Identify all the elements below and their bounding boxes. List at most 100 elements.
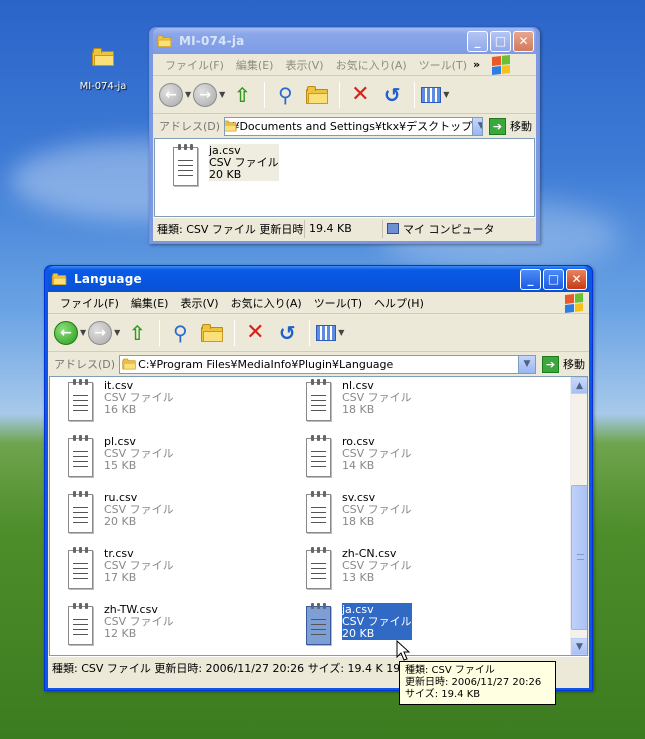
file-info-tooltip: 種類: CSV ファイル 更新日時: 2006/11/27 20:26 サイズ:…: [399, 661, 556, 705]
search-icon: ⚲: [277, 82, 293, 107]
go-button[interactable]: ➔ 移動: [542, 355, 585, 373]
minimize-button[interactable]: _: [467, 30, 488, 52]
folders-icon: [306, 85, 329, 104]
undo-button[interactable]: ↺: [272, 318, 302, 348]
maximize-button[interactable]: □: [543, 268, 564, 290]
list-item[interactable]: nl.csv CSV ファイル 18 KB: [302, 379, 482, 423]
file-size: 20 KB: [209, 168, 242, 181]
back-button[interactable]: ← ▼: [54, 318, 86, 348]
views-button[interactable]: ▼: [315, 318, 345, 348]
address-label: アドレス(D): [54, 358, 116, 371]
file-size: 17 KB: [104, 571, 137, 584]
up-icon: ⇧: [233, 82, 251, 107]
address-dropdown-button[interactable]: ▼: [518, 355, 535, 373]
scroll-down-button[interactable]: ▼: [571, 638, 587, 655]
list-item[interactable]: pl.csv CSV ファイル 15 KB: [64, 435, 244, 479]
menu-more-chevron[interactable]: »: [473, 58, 480, 71]
folder-icon: [51, 273, 67, 285]
file-size: 18 KB: [342, 403, 375, 416]
notepad-file-icon: [302, 379, 334, 423]
file-size: 18 KB: [342, 515, 375, 528]
window-title: Language: [74, 272, 142, 286]
notepad-file-icon: [64, 603, 96, 647]
file-size: 12 KB: [104, 627, 137, 640]
scroll-thumb[interactable]: [571, 485, 587, 630]
scroll-up-button[interactable]: ▲: [571, 377, 587, 394]
close-button[interactable]: ✕: [566, 268, 587, 290]
menu-favorites[interactable]: お気に入り(A): [225, 295, 308, 311]
minimize-button[interactable]: _: [520, 268, 541, 290]
status-text: 種類: CSV ファイル 更新日時: 2006/11/27 20:26 サイズ:…: [52, 661, 429, 675]
menu-tools[interactable]: ツール(T): [413, 57, 473, 73]
search-icon: ⚲: [172, 320, 188, 345]
list-item[interactable]: ro.csv CSV ファイル 14 KB: [302, 435, 482, 479]
menu-file[interactable]: ファイル(F): [159, 57, 230, 73]
menu-edit[interactable]: 編集(E): [230, 57, 280, 73]
list-item[interactable]: sv.csv CSV ファイル 18 KB: [302, 491, 482, 535]
address-input[interactable]: C:¥Documents and Settings¥tkx¥デスクトップ ▼: [224, 116, 483, 136]
file-size: 13 KB: [342, 571, 375, 584]
up-button[interactable]: ⇧: [122, 318, 152, 348]
list-item[interactable]: ru.csv CSV ファイル 20 KB: [64, 491, 244, 535]
address-dropdown-button[interactable]: ▼: [472, 117, 483, 135]
forward-button[interactable]: → ▼: [88, 318, 120, 348]
delete-icon: ✕: [246, 320, 265, 345]
title-bar[interactable]: MI-074-ja _ □ ✕: [153, 28, 536, 54]
title-bar[interactable]: Language _ □ ✕: [48, 266, 589, 292]
search-button[interactable]: ⚲: [165, 318, 195, 348]
back-button[interactable]: ← ▼: [159, 80, 191, 110]
file-size: 15 KB: [104, 459, 137, 472]
address-input[interactable]: C:¥Program Files¥MediaInfo¥Plugin¥Langua…: [119, 354, 536, 374]
list-item[interactable]: ja.csv CSV ファイル 20 KB: [169, 144, 349, 188]
file-size: 20 KB: [104, 515, 137, 528]
maximize-button[interactable]: □: [490, 30, 511, 52]
menu-tools[interactable]: ツール(T): [308, 295, 368, 311]
menu-bar: ファイル(F) 編集(E) 表示(V) お気に入り(A) ツール(T) »: [153, 54, 536, 76]
forward-button[interactable]: → ▼: [193, 80, 225, 110]
address-bar: アドレス(D) C:¥Program Files¥MediaInfo¥Plugi…: [48, 352, 589, 376]
list-item[interactable]: zh-CN.csv CSV ファイル 13 KB: [302, 547, 482, 591]
file-list: ja.csv CSV ファイル 20 KB zh-TW.csv CSV ファイル 12 K…: [49, 376, 588, 656]
close-button[interactable]: ✕: [513, 30, 534, 52]
menu-bar: ファイル(F) 編集(E) 表示(V) お気に入り(A) ツール(T) ヘルプ(…: [48, 292, 589, 314]
forward-icon: →: [193, 82, 218, 107]
up-button[interactable]: ⇧: [227, 80, 257, 110]
list-item[interactable]: it.csv CSV ファイル 16 KB: [64, 379, 244, 423]
views-icon: [421, 86, 442, 103]
menu-help[interactable]: ヘルプ(H): [368, 295, 430, 311]
folder-icon: [92, 48, 114, 66]
search-button[interactable]: ⚲: [270, 80, 300, 110]
desktop-folder-icon-item[interactable]: MI-074-ja: [72, 48, 134, 92]
notepad-file-icon: [64, 547, 96, 591]
tooltip-type: 種類: CSV ファイル: [405, 665, 495, 676]
folders-button[interactable]: [302, 80, 332, 110]
list-item[interactable]: ja.csv CSV ファイル 20 KB: [302, 603, 482, 647]
vertical-scrollbar[interactable]: ▲ ▼: [570, 377, 587, 655]
menu-edit[interactable]: 編集(E): [125, 295, 175, 311]
file-size: 16 KB: [104, 403, 137, 416]
menu-favorites[interactable]: お気に入り(A): [330, 57, 413, 73]
notepad-file-icon: [302, 435, 334, 479]
menu-view[interactable]: 表示(V): [279, 57, 329, 73]
list-item[interactable]: zh-TW.csv CSV ファイル 12 KB: [64, 603, 244, 647]
delete-button[interactable]: ✕: [345, 80, 375, 110]
address-bar: アドレス(D) C:¥Documents and Settings¥tkx¥デス…: [153, 114, 536, 138]
back-icon: ←: [54, 320, 78, 345]
notepad-file-icon: [64, 435, 96, 479]
address-value: C:¥Program Files¥MediaInfo¥Plugin¥Langua…: [138, 357, 394, 371]
menu-file[interactable]: ファイル(F): [54, 295, 125, 311]
status-size: 19.4 KB: [305, 219, 383, 238]
list-item[interactable]: tr.csv CSV ファイル 17 KB: [64, 547, 244, 591]
address-label: アドレス(D): [159, 120, 221, 133]
file-size: 20 KB: [342, 627, 375, 640]
cursor-icon: [396, 640, 411, 661]
views-button[interactable]: ▼: [420, 80, 450, 110]
menu-view[interactable]: 表示(V): [174, 295, 224, 311]
notepad-file-icon: [302, 603, 334, 647]
go-button[interactable]: ➔ 移動: [489, 117, 532, 135]
delete-button[interactable]: ✕: [240, 318, 270, 348]
undo-button[interactable]: ↺: [377, 80, 407, 110]
folders-button[interactable]: [197, 318, 227, 348]
forward-icon: →: [88, 320, 113, 345]
window-title: MI-074-ja: [179, 34, 245, 48]
